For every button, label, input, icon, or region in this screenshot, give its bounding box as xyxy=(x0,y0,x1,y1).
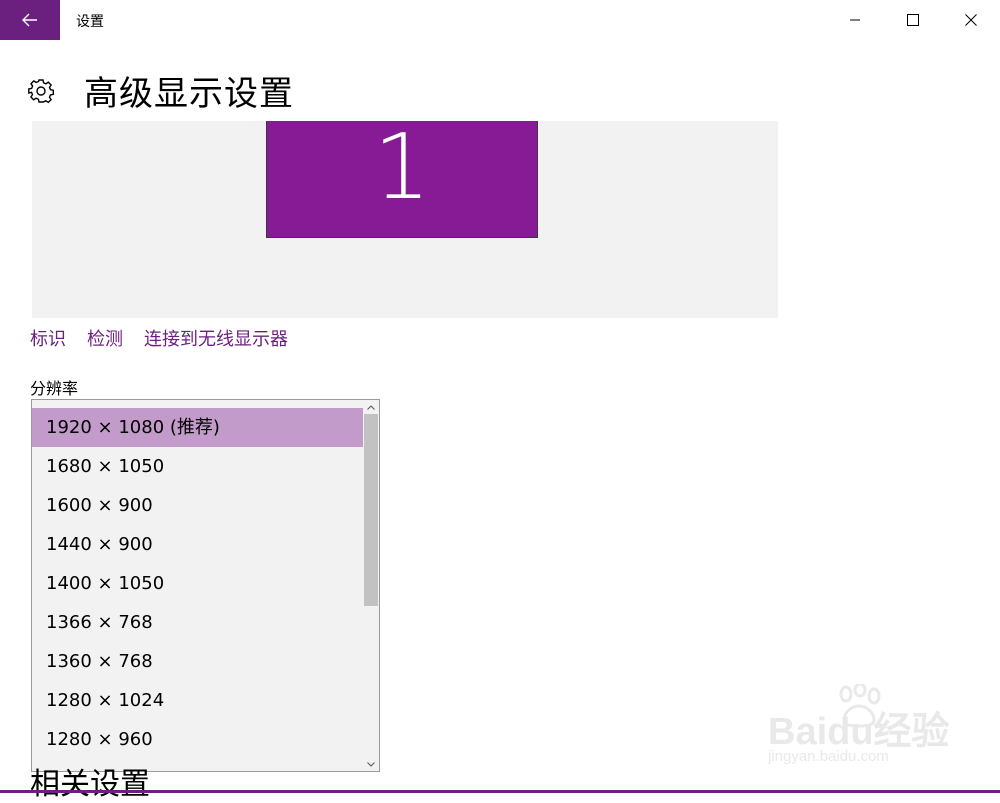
resolution-option[interactable]: 1440 × 900 xyxy=(32,525,363,564)
maximize-icon xyxy=(907,14,919,26)
monitor-tile[interactable]: 1 xyxy=(266,115,538,238)
detect-link[interactable]: 检测 xyxy=(87,329,123,350)
window-title: 设置 xyxy=(76,14,104,30)
resolution-option[interactable]: 1280 × 1024 xyxy=(32,681,363,720)
close-button[interactable] xyxy=(942,0,1000,40)
resolution-option[interactable]: 1366 × 768 xyxy=(32,603,363,642)
maximize-button[interactable] xyxy=(884,0,942,40)
title-bar: 设置 xyxy=(0,0,1000,40)
resolution-dropdown-list[interactable]: 1920 × 1080 (推荐) 1680 × 1050 1600 × 900 … xyxy=(31,399,380,772)
scroll-down-button[interactable] xyxy=(363,757,379,771)
resolution-option[interactable]: 1400 × 1050 xyxy=(32,564,363,603)
related-settings-heading: 相关设置 xyxy=(30,767,150,802)
display-arrangement-area: 1 xyxy=(32,115,778,318)
resolution-option[interactable]: 1360 × 768 xyxy=(32,642,363,681)
page-title: 高级显示设置 xyxy=(84,74,294,114)
back-arrow-icon xyxy=(22,13,37,27)
minimize-button[interactable] xyxy=(826,0,884,40)
resolution-option[interactable]: 1920 × 1080 (推荐) xyxy=(32,408,363,447)
resolution-option[interactable]: 1280 × 960 xyxy=(32,720,363,759)
back-button[interactable] xyxy=(0,0,60,40)
connect-wireless-display-link[interactable]: 连接到无线显示器 xyxy=(144,329,288,350)
watermark-url: jingyan.baidu.com xyxy=(768,748,889,765)
resolution-scrollbar[interactable] xyxy=(363,400,379,771)
display-links: 标识 检测 连接到无线显示器 xyxy=(30,325,309,351)
identify-link[interactable]: 标识 xyxy=(30,329,66,350)
minimize-icon xyxy=(850,19,860,21)
resolution-option[interactable]: 1600 × 900 xyxy=(32,486,363,525)
resolution-label: 分辨率 xyxy=(30,379,79,398)
chevron-up-icon xyxy=(367,404,375,410)
scroll-up-button[interactable] xyxy=(363,400,379,414)
baidu-watermark: Baidu经验 jingyan.baidu.com xyxy=(764,684,954,774)
resolution-option[interactable]: 1680 × 1050 xyxy=(32,447,363,486)
monitor-number: 1 xyxy=(373,115,431,220)
close-icon xyxy=(965,14,977,26)
watermark-logo-text: Baidu经验 xyxy=(768,711,950,753)
chevron-down-icon xyxy=(367,761,375,767)
scroll-thumb[interactable] xyxy=(364,414,378,606)
gear-icon xyxy=(28,79,54,104)
